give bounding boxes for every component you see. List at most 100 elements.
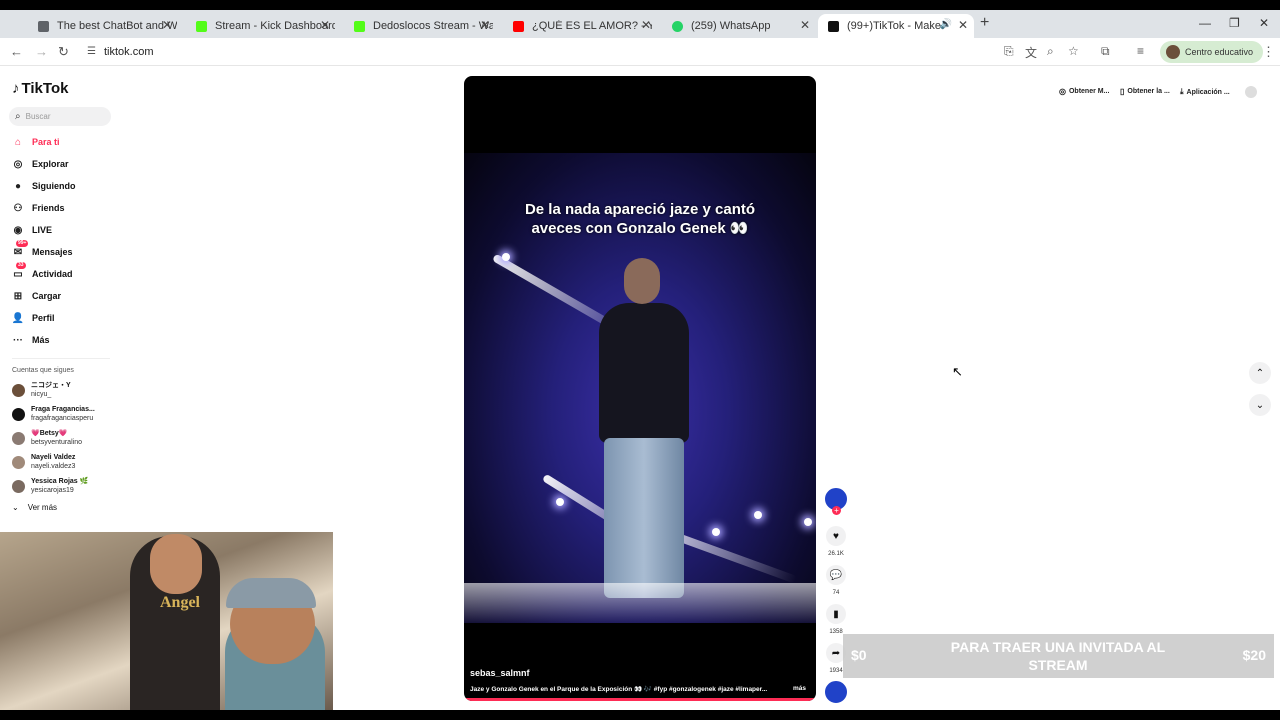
tab-favicon-icon bbox=[38, 20, 49, 32]
next-video-button[interactable]: ⌄ bbox=[1249, 394, 1271, 416]
sidebar-item-perfil[interactable]: 👤 Perfil bbox=[12, 310, 55, 326]
following-icon: ● bbox=[14, 180, 22, 192]
webcam-overlay: Angel bbox=[0, 532, 333, 710]
see-more-button[interactable]: ⌄ Ver más bbox=[12, 503, 57, 512]
tab-title: Stream - Kick Dashboard bbox=[215, 20, 335, 32]
video-more-link[interactable]: más bbox=[793, 685, 806, 692]
zoom-icon[interactable]: ⌕ bbox=[1047, 44, 1054, 59]
back-icon[interactable]: ← bbox=[10, 44, 23, 59]
sidebar-item-actividad[interactable]: ▭ 33 Actividad bbox=[12, 262, 73, 282]
followed-account[interactable]: Yessica Rojas 🌿 yesicarojas19 bbox=[12, 475, 88, 497]
browser-tab[interactable]: ¿QUÉ ES EL AMOR? - YouTube ✕ bbox=[503, 14, 657, 38]
stage-light bbox=[502, 253, 510, 261]
screen-top-border bbox=[0, 0, 1280, 10]
video-progress-bar[interactable] bbox=[464, 698, 816, 701]
install-app-icon[interactable]: ⎘ bbox=[1004, 44, 1014, 59]
sidebar-item-mas[interactable]: ··· Más bbox=[12, 332, 50, 348]
download-icon: ⤓ bbox=[1180, 87, 1184, 96]
messages-icon: ✉ 99+ bbox=[13, 240, 29, 258]
profile-label: Centro educativo bbox=[1185, 47, 1254, 57]
followed-account[interactable]: 💗Betsy💗 betsyventuralino bbox=[12, 427, 82, 449]
bookmark-star-icon[interactable]: ☆ bbox=[1068, 44, 1079, 58]
tab-title: The best ChatBot and Widgets bbox=[57, 20, 177, 32]
reload-icon[interactable]: ↻ bbox=[58, 44, 69, 60]
sidebar-item-cargar[interactable]: ⊞ Cargar bbox=[12, 288, 61, 304]
tab-favicon-icon bbox=[513, 20, 524, 32]
translate-icon[interactable]: 文 bbox=[1025, 44, 1037, 61]
site-info-icon[interactable]: ☰ bbox=[87, 46, 96, 57]
sidebar-item-label: Para ti bbox=[32, 137, 60, 147]
tab-favicon-icon bbox=[672, 20, 683, 32]
more-icon: ··· bbox=[13, 334, 23, 346]
profile-chip[interactable]: Centro educativo bbox=[1160, 41, 1264, 63]
forward-icon[interactable]: → bbox=[35, 44, 48, 59]
live-icon: ◉ bbox=[13, 224, 23, 236]
phone-icon: ▯ bbox=[1120, 87, 1125, 96]
sidebar-item-label: Actividad bbox=[32, 269, 73, 279]
avatar bbox=[12, 407, 25, 421]
browser-tab[interactable]: The best ChatBot and Widgets ✕ bbox=[28, 14, 178, 38]
close-tab-icon[interactable]: ✕ bbox=[958, 18, 968, 32]
close-tab-icon[interactable]: ✕ bbox=[162, 18, 172, 32]
user-avatar[interactable] bbox=[1245, 86, 1257, 98]
restore-icon[interactable]: ❐ bbox=[1229, 16, 1240, 30]
goal-target-amount: $20 bbox=[1242, 647, 1266, 663]
like-count: 26.1K bbox=[828, 551, 844, 557]
close-window-icon[interactable]: ✕ bbox=[1259, 16, 1269, 30]
close-tab-icon[interactable]: ✕ bbox=[320, 18, 330, 32]
speaker-icon[interactable]: 🔊 bbox=[940, 19, 952, 30]
browser-tab[interactable]: (259) WhatsApp ✕ bbox=[662, 14, 816, 38]
browser-tab[interactable]: Dedoslocos Stream - Watch Live ✕ bbox=[344, 14, 496, 38]
sidebar-item-live[interactable]: ◉ LIVE bbox=[12, 222, 52, 238]
bookmark-icon[interactable]: ▮ bbox=[826, 604, 846, 624]
comment-icon[interactable]: 💬 bbox=[826, 565, 846, 585]
follow-plus-icon[interactable]: + bbox=[832, 506, 841, 515]
browser-tab-active[interactable]: (99+)TikTok - Make Your Day 🔊 ✕ bbox=[818, 14, 974, 38]
screen-bottom-border bbox=[0, 710, 1280, 720]
tab-favicon-icon bbox=[828, 20, 839, 32]
account-handle: fragafraganciasperu bbox=[31, 415, 94, 422]
account-name: ニコジェ・Y bbox=[31, 382, 71, 389]
avatar bbox=[12, 431, 25, 445]
singer-jeans bbox=[604, 438, 684, 598]
get-coins-link[interactable]: ◎ Obtener M... bbox=[1059, 87, 1109, 96]
media-control-icon[interactable]: ≡ bbox=[1137, 44, 1144, 58]
desktop-app-link[interactable]: ⤓ Aplicación ... bbox=[1180, 87, 1230, 97]
tiktok-logo[interactable]: ♪ TikTok bbox=[12, 80, 68, 97]
chevron-down-icon: ⌄ bbox=[12, 503, 19, 512]
stage-light bbox=[556, 498, 564, 506]
close-tab-icon[interactable]: ✕ bbox=[641, 18, 651, 32]
goal-current-amount: $0 bbox=[851, 647, 867, 663]
heart-icon[interactable]: ♥ bbox=[826, 526, 846, 546]
get-app-link[interactable]: ▯ Obtener la ... bbox=[1120, 87, 1170, 96]
minimize-icon[interactable]: — bbox=[1199, 16, 1211, 30]
activity-icon: ▭ 33 bbox=[13, 262, 26, 280]
extensions-icon[interactable]: ⧉ bbox=[1101, 44, 1110, 59]
video-player[interactable]: De la nada apareció jaze y cantó aveces … bbox=[464, 76, 816, 701]
previous-video-button[interactable]: ⌃ bbox=[1249, 362, 1271, 384]
tab-title: Dedoslocos Stream - Watch Live bbox=[373, 20, 493, 32]
followed-account[interactable]: Nayeli Valdez nayeli.valdez3 bbox=[12, 451, 75, 473]
sidebar-item-para-ti[interactable]: ⌂ Para ti bbox=[12, 134, 60, 150]
music-disc-avatar[interactable] bbox=[824, 680, 848, 704]
video-description: Jaze y Gonzalo Genek en el Parque de la … bbox=[470, 686, 768, 693]
home-icon: ⌂ bbox=[14, 136, 22, 148]
sidebar-item-mensajes[interactable]: ✉ 99+ Mensajes bbox=[12, 240, 73, 260]
url-field[interactable]: ☰ tiktok.com bbox=[80, 41, 1000, 63]
followed-account[interactable]: Fraga Fragancias... fragafraganciasperu bbox=[12, 403, 95, 425]
browser-tab[interactable]: Stream - Kick Dashboard ✕ bbox=[186, 14, 336, 38]
account-handle: yesicarojas19 bbox=[31, 487, 74, 494]
close-tab-icon[interactable]: ✕ bbox=[480, 18, 490, 32]
sidebar-item-siguiendo[interactable]: ● Siguiendo bbox=[12, 178, 76, 194]
sidebar-item-explorar[interactable]: ◎ Explorar bbox=[12, 156, 69, 172]
account-handle: nayeli.valdez3 bbox=[31, 463, 76, 470]
sidebar-item-friends[interactable]: ⚇ Friends bbox=[12, 200, 65, 216]
url-text: tiktok.com bbox=[104, 46, 154, 58]
video-username[interactable]: sebas_salmnf bbox=[470, 668, 530, 678]
search-input[interactable]: ⌕ Buscar bbox=[9, 107, 111, 126]
goal-message: PARA TRAER UNA INVITADA AL STREAM bbox=[950, 639, 1166, 673]
browser-menu-icon[interactable]: ⋮ bbox=[1262, 44, 1275, 60]
close-tab-icon[interactable]: ✕ bbox=[800, 18, 810, 32]
new-tab-icon[interactable]: + bbox=[980, 14, 989, 32]
followed-account[interactable]: ニコジェ・Y nicyu_ bbox=[12, 379, 71, 401]
